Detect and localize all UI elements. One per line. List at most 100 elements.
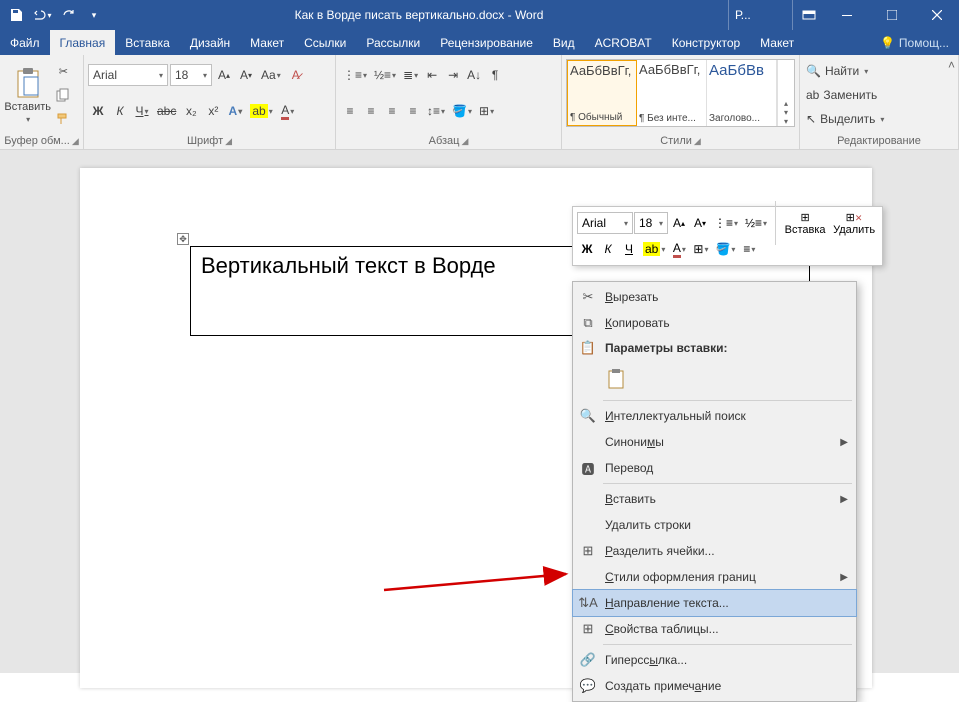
strikethrough-button[interactable]: abc — [154, 100, 179, 122]
italic-button[interactable]: К — [110, 100, 130, 122]
qat-customize-button[interactable]: ▾ — [82, 3, 106, 27]
style-normal[interactable]: АаБбВвГг, ¶ Обычный — [567, 60, 637, 126]
select-button[interactable]: ↖Выделить▾ — [804, 107, 954, 131]
editing-group-label: Редактирование — [804, 133, 954, 149]
ctx-translate[interactable]: 🅰Перевод — [573, 455, 856, 481]
underline-button[interactable]: Ч▾ — [132, 100, 152, 122]
mini-bullets[interactable]: ⋮≡▾ — [711, 212, 741, 234]
borders-button[interactable]: ⊞▾ — [476, 100, 497, 122]
tab-table-layout[interactable]: Макет — [750, 30, 804, 55]
multilevel-list-button[interactable]: ≣▾ — [400, 64, 421, 86]
mini-bold[interactable]: Ж — [577, 238, 597, 260]
mini-shading[interactable]: 🪣▾ — [712, 238, 738, 260]
subscript-button[interactable]: x₂ — [181, 100, 201, 122]
clear-formatting-button[interactable]: A̷ — [286, 64, 306, 86]
title-bar: ▾ ▾ Как в Ворде писать вертикально.docx … — [0, 0, 959, 30]
ctx-text-direction[interactable]: ⇅AНаправление текста... — [573, 590, 856, 616]
ribbon: Вставить ▾ ✂ Буфер обм...◢ Arial▾ 18▾ A▴… — [0, 55, 959, 150]
text-direction-icon: ⇅A — [577, 595, 599, 611]
align-right-button[interactable]: ≡ — [382, 100, 402, 122]
ribbon-display-options-button[interactable] — [792, 0, 824, 30]
account-indicator[interactable]: Р... — [728, 0, 792, 30]
ctx-copy[interactable]: ⧉Копировать — [573, 310, 856, 336]
ctx-hyperlink[interactable]: 🔗Гиперссылка... — [573, 647, 856, 673]
shading-button[interactable]: 🪣▾ — [449, 100, 475, 122]
mini-shrink-font[interactable]: A▾ — [690, 212, 710, 234]
tab-review[interactable]: Рецензирование — [430, 30, 543, 55]
align-center-button[interactable]: ≡ — [361, 100, 381, 122]
tab-insert[interactable]: Вставка — [115, 30, 180, 55]
font-size-combo[interactable]: 18▾ — [170, 64, 212, 86]
save-button[interactable] — [4, 3, 28, 27]
mini-numbering[interactable]: ½≡▾ — [742, 212, 770, 234]
tab-acrobat[interactable]: ACROBAT — [585, 30, 662, 55]
mini-align[interactable]: ≡▾ — [739, 238, 759, 260]
mini-underline[interactable]: Ч — [619, 238, 639, 260]
ctx-insert[interactable]: Вставить▶ — [573, 486, 856, 512]
close-button[interactable] — [914, 0, 959, 30]
paste-button[interactable]: Вставить ▾ — [4, 57, 51, 133]
mini-toolbar: Arial▾ 18▾ A▴ A▾ ⋮≡▾ ½≡▾ ⊞Вставка ⊞✕Удал… — [572, 206, 883, 266]
font-name-combo[interactable]: Arial▾ — [88, 64, 168, 86]
style-heading1[interactable]: АаБбВв Заголово... — [707, 60, 777, 126]
tab-layout[interactable]: Макет — [240, 30, 294, 55]
ctx-smart-lookup[interactable]: 🔍Интеллектуальный поиск — [573, 403, 856, 429]
highlight-button[interactable]: ab▾ — [247, 100, 275, 122]
mini-font-combo[interactable]: Arial▾ — [577, 212, 633, 234]
ctx-cut[interactable]: ✂ВВырезатьырезать — [573, 284, 856, 310]
mini-borders[interactable]: ⊞▾ — [690, 238, 711, 260]
ctx-synonyms[interactable]: Синонимы▶ — [573, 429, 856, 455]
undo-button[interactable]: ▾ — [30, 3, 54, 27]
mini-font-color[interactable]: A▾ — [669, 238, 689, 260]
decrease-indent-button[interactable]: ⇤ — [422, 64, 442, 86]
tab-file[interactable]: Файл — [0, 30, 50, 55]
mini-grow-font[interactable]: A▴ — [669, 212, 689, 234]
tab-home[interactable]: Главная — [50, 30, 116, 55]
tell-me-search[interactable]: 💡 Помощ... — [870, 30, 959, 55]
cut-button[interactable]: ✂ — [51, 61, 75, 81]
mini-italic[interactable]: К — [598, 238, 618, 260]
ctx-border-styles[interactable]: Стили оформления границ▶ — [573, 564, 856, 590]
maximize-button[interactable] — [869, 0, 914, 30]
style-no-spacing[interactable]: АаБбВвГг, ¶ Без инте... — [637, 60, 707, 126]
justify-button[interactable]: ≡ — [403, 100, 423, 122]
increase-indent-button[interactable]: ⇥ — [443, 64, 463, 86]
mini-size-combo[interactable]: 18▾ — [634, 212, 668, 234]
sort-button[interactable]: A↓ — [464, 64, 484, 86]
mini-highlight[interactable]: ab▾ — [640, 238, 668, 260]
find-button[interactable]: 🔍Найти▾ — [804, 59, 954, 83]
shrink-font-button[interactable]: A▾ — [236, 64, 256, 86]
tab-view[interactable]: Вид — [543, 30, 585, 55]
cursor-icon: ↖ — [806, 112, 816, 126]
ctx-split-cells[interactable]: ⊞Разделить ячейки... — [573, 538, 856, 564]
change-case-button[interactable]: Aa▾ — [258, 64, 284, 86]
bold-button[interactable]: Ж — [88, 100, 108, 122]
line-spacing-button[interactable]: ↕≡▾ — [424, 100, 448, 122]
ctx-table-properties[interactable]: ⊞Свойства таблицы... — [573, 616, 856, 642]
tab-references[interactable]: Ссылки — [294, 30, 356, 55]
tab-table-design[interactable]: Конструктор — [662, 30, 750, 55]
ctx-delete-rows[interactable]: Удалить строки — [573, 512, 856, 538]
translate-icon: 🅰 — [577, 459, 599, 478]
numbering-button[interactable]: ½≡▾ — [371, 64, 399, 86]
redo-button[interactable] — [56, 3, 80, 27]
text-effects-button[interactable]: A▾ — [225, 100, 245, 122]
table-move-handle[interactable]: ✥ — [177, 233, 189, 245]
styles-more-button[interactable]: ▴▾▾ — [777, 60, 793, 126]
copy-button[interactable] — [51, 85, 75, 105]
replace-button[interactable]: abЗаменить — [804, 83, 954, 107]
font-color-button[interactable]: A▾ — [278, 100, 298, 122]
minimize-button[interactable] — [824, 0, 869, 30]
bullets-button[interactable]: ⋮≡▾ — [340, 64, 370, 86]
format-painter-button[interactable] — [51, 109, 75, 129]
tab-mailings[interactable]: Рассылки — [356, 30, 430, 55]
collapse-ribbon-button[interactable]: ˄ — [948, 58, 955, 72]
lightbulb-icon: 💡 — [880, 36, 895, 50]
show-marks-button[interactable]: ¶ — [485, 64, 505, 86]
tab-design[interactable]: Дизайн — [180, 30, 240, 55]
ctx-new-comment[interactable]: 💬Создать примечание — [573, 673, 856, 699]
align-left-button[interactable]: ≡ — [340, 100, 360, 122]
paste-keep-source[interactable] — [603, 365, 631, 393]
superscript-button[interactable]: x² — [203, 100, 223, 122]
grow-font-button[interactable]: A▴ — [214, 64, 234, 86]
